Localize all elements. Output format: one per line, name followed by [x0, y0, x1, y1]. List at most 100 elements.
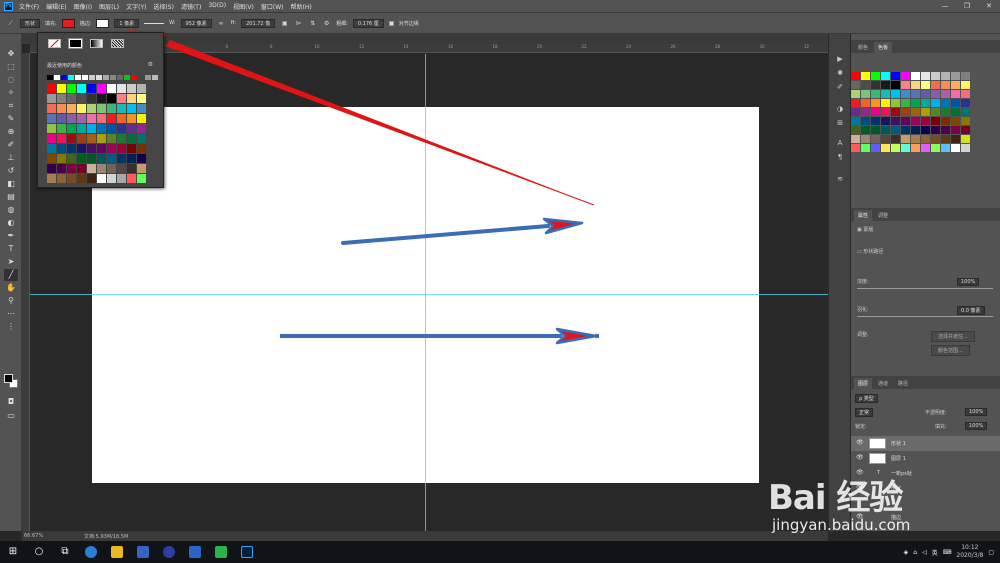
color-swatch[interactable]	[961, 144, 970, 152]
recent-color-swatch[interactable]	[47, 75, 53, 80]
color-swatch[interactable]	[931, 135, 940, 143]
color-swatch[interactable]	[87, 144, 96, 153]
color-swatch[interactable]	[107, 154, 116, 163]
color-swatch[interactable]	[921, 108, 930, 116]
color-swatch[interactable]	[931, 126, 940, 134]
density-slider[interactable]	[857, 288, 993, 289]
color-swatch[interactable]	[57, 154, 66, 163]
color-swatch[interactable]	[47, 104, 56, 113]
color-swatch[interactable]	[87, 174, 96, 183]
select-and-mask-button[interactable]: 选择并遮住...	[931, 331, 975, 342]
menu-layer[interactable]: 图层(L)	[99, 2, 119, 11]
move-tool-icon[interactable]: ✥	[4, 48, 18, 60]
color-swatch[interactable]	[117, 94, 126, 103]
fill-field[interactable]: 100%	[965, 422, 988, 430]
color-swatch[interactable]	[961, 108, 970, 116]
brush-settings-icon[interactable]: ✺	[834, 68, 846, 78]
line-tool-icon[interactable]: ╱	[4, 269, 18, 281]
color-swatch[interactable]	[931, 117, 940, 125]
color-swatch[interactable]	[137, 114, 146, 123]
video-app-icon[interactable]	[215, 546, 227, 558]
recent-color-swatch[interactable]	[61, 75, 67, 80]
color-swatch[interactable]	[921, 90, 930, 98]
layer-row[interactable]: 👁 图层 1	[851, 451, 1000, 466]
color-swatch[interactable]	[891, 144, 900, 152]
color-swatch[interactable]	[861, 135, 870, 143]
dodge-tool-icon[interactable]: ◐	[4, 217, 18, 229]
color-swatch[interactable]	[961, 72, 970, 80]
color-swatch[interactable]	[871, 135, 880, 143]
color-swatch[interactable]	[57, 104, 66, 113]
close-button[interactable]: ✕	[978, 0, 1000, 12]
color-swatch[interactable]	[851, 108, 860, 116]
color-swatch[interactable]	[911, 90, 920, 98]
color-swatch[interactable]	[67, 94, 76, 103]
color-swatch[interactable]	[57, 114, 66, 123]
color-swatch[interactable]	[77, 94, 86, 103]
color-swatch[interactable]	[951, 90, 960, 98]
color-swatch[interactable]	[871, 144, 880, 152]
color-swatch[interactable]	[57, 84, 66, 93]
recent-color-swatch[interactable]	[131, 75, 137, 80]
color-swatch[interactable]	[57, 134, 66, 143]
color-swatch[interactable]	[921, 99, 930, 107]
color-swatch[interactable]	[851, 99, 860, 107]
color-swatch[interactable]	[127, 134, 136, 143]
maximize-button[interactable]: ❐	[956, 0, 978, 12]
color-swatch[interactable]	[127, 124, 136, 133]
color-swatch[interactable]	[891, 72, 900, 80]
color-swatch[interactable]	[67, 174, 76, 183]
color-swatch[interactable]	[871, 99, 880, 107]
color-swatch[interactable]	[901, 99, 910, 107]
color-swatch[interactable]	[871, 72, 880, 80]
color-swatch[interactable]	[881, 144, 890, 152]
fill-color-swatch[interactable]	[61, 18, 75, 28]
color-swatch[interactable]	[881, 126, 890, 134]
color-swatch[interactable]	[117, 164, 126, 173]
clone-stamp-tool-icon[interactable]: ⊥	[4, 152, 18, 164]
hand-tool-icon[interactable]: ✋	[4, 282, 18, 294]
color-swatch[interactable]	[107, 104, 116, 113]
search-icon[interactable]: ○	[26, 541, 52, 563]
menu-filter[interactable]: 滤镜(T)	[181, 2, 201, 11]
color-swatch[interactable]	[941, 117, 950, 125]
color-swatch[interactable]	[137, 174, 146, 183]
gradient-tool-icon[interactable]: ▤	[4, 191, 18, 203]
color-swatch[interactable]	[881, 81, 890, 89]
color-swatch[interactable]	[901, 90, 910, 98]
color-swatch[interactable]	[47, 174, 56, 183]
color-swatch[interactable]	[57, 164, 66, 173]
color-swatch[interactable]	[881, 117, 890, 125]
zoom-level[interactable]: 66.67%	[24, 533, 43, 539]
color-swatch[interactable]	[871, 117, 880, 125]
color-swatch[interactable]	[77, 124, 86, 133]
color-swatch[interactable]	[941, 126, 950, 134]
color-swatch[interactable]	[861, 99, 870, 107]
color-swatch[interactable]	[127, 114, 136, 123]
color-swatch[interactable]	[881, 135, 890, 143]
color-swatch[interactable]	[891, 90, 900, 98]
word-app-icon[interactable]	[189, 546, 201, 558]
color-swatch[interactable]	[851, 81, 860, 89]
menu-image[interactable]: 图像(I)	[74, 2, 92, 11]
color-swatch[interactable]	[921, 117, 930, 125]
color-swatch[interactable]	[137, 134, 146, 143]
color-swatch[interactable]	[851, 90, 860, 98]
recent-color-swatch[interactable]	[124, 75, 130, 80]
solid-color-mode-icon[interactable]	[68, 38, 83, 49]
color-swatch[interactable]	[87, 164, 96, 173]
tab-channels[interactable]: 通道	[874, 378, 892, 389]
color-swatch[interactable]	[87, 84, 96, 93]
color-swatch[interactable]	[127, 84, 136, 93]
magic-wand-tool-icon[interactable]: ✧	[4, 87, 18, 99]
color-swatch[interactable]	[107, 84, 116, 93]
color-swatch[interactable]	[911, 126, 920, 134]
align-edges-checkbox[interactable]	[388, 20, 394, 26]
color-swatch[interactable]	[97, 114, 106, 123]
color-swatch[interactable]	[77, 144, 86, 153]
color-swatch[interactable]	[127, 144, 136, 153]
color-swatch[interactable]	[951, 144, 960, 152]
color-swatch[interactable]	[911, 99, 920, 107]
color-swatch[interactable]	[901, 126, 910, 134]
history-brush-tool-icon[interactable]: ↺	[4, 165, 18, 177]
